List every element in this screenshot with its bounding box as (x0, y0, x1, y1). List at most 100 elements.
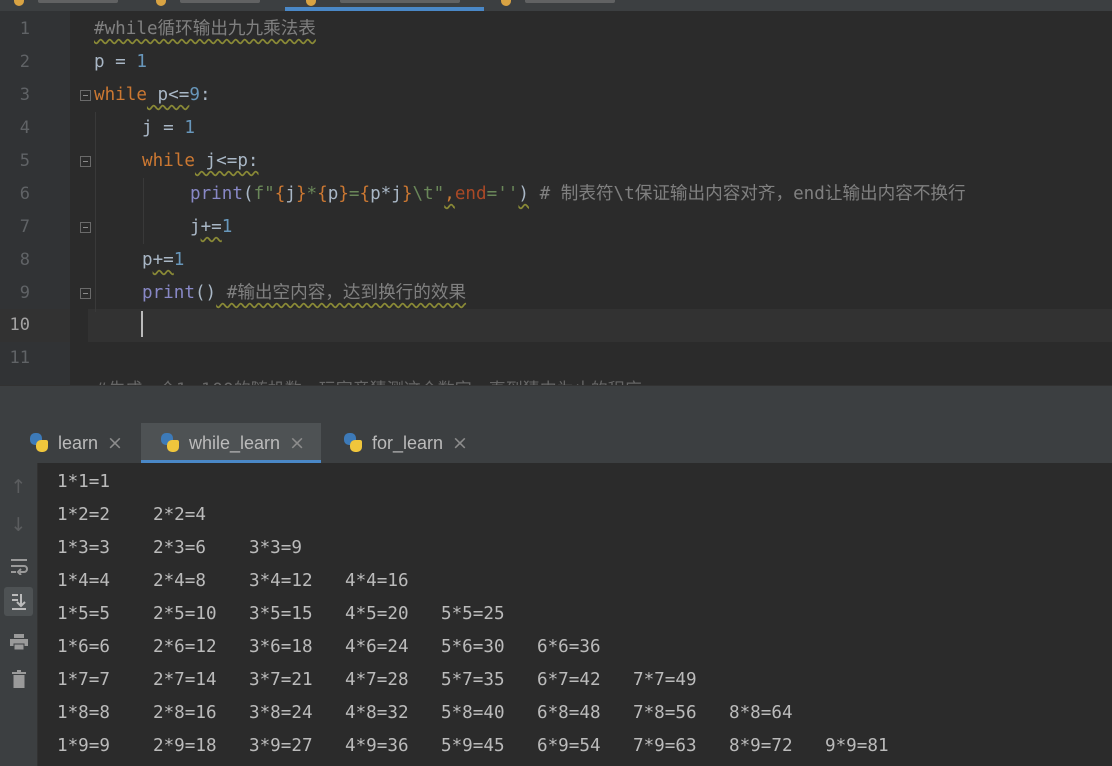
console-output-entry: 3*3=9 (249, 538, 302, 558)
code-line-1: #while循环输出九九乘法表 (94, 13, 316, 46)
editor-tab-label (180, 0, 260, 3)
soft-wrap-icon[interactable] (4, 551, 33, 580)
console-output-entry: 1*6=6 (57, 637, 110, 657)
tab-for-learn[interactable]: for_learn × (342, 423, 468, 463)
editor-tab[interactable] (495, 0, 625, 11)
print-icon[interactable] (4, 627, 33, 656)
soft-wrap-icon-graphic (10, 558, 28, 575)
code-token: j (190, 217, 201, 237)
code-line-2: p = 1 (94, 46, 147, 79)
code-token: p<= (146, 85, 190, 105)
console-output-entry: 7*8=56 (633, 703, 697, 723)
run-toolbar: ↑ ↓ (0, 463, 38, 766)
run-tab-bar: learn × while_learn × for_learn × (0, 423, 1112, 464)
line-number: 9 (19, 283, 30, 303)
up-arrow-icon[interactable]: ↑ (4, 472, 33, 501)
code-token: p*j (370, 184, 402, 204)
code-keyword: while (142, 151, 195, 171)
python-file-icon (306, 0, 316, 6)
down-arrow-icon[interactable]: ↓ (4, 510, 33, 539)
code-string: ='' (486, 184, 519, 204)
editor-tab[interactable] (8, 0, 128, 11)
code-token: () (194, 283, 217, 303)
close-icon[interactable]: × (107, 432, 123, 454)
code-token: { (317, 184, 328, 204)
editor-tab-label (340, 0, 460, 3)
console-output-entry: 1*1=1 (57, 472, 110, 492)
code-line-8: p+=1 (142, 244, 184, 277)
code-number: 9 (189, 85, 200, 105)
fold-end-icon[interactable] (80, 288, 91, 299)
console-output-entry: 8*8=64 (729, 703, 793, 723)
fold-end-icon[interactable] (80, 222, 91, 233)
code-line-9: print() #输出空内容，达到换行的效果 (142, 277, 466, 310)
console-output-entry: 6*6=36 (537, 637, 601, 657)
console-output-entry: 6*7=42 (537, 670, 601, 690)
close-icon[interactable]: × (289, 432, 305, 454)
code-string: \t" (412, 184, 445, 204)
console-output-entry: 5*5=25 (441, 604, 505, 624)
console-output-entry: 2*6=12 (153, 637, 217, 657)
text-caret (141, 311, 143, 337)
fold-collapse-icon[interactable] (80, 156, 91, 167)
code-builtin: print (190, 184, 243, 204)
trash-icon[interactable] (4, 664, 33, 693)
tab-label: while_learn (189, 432, 281, 453)
editor-tab[interactable] (150, 0, 270, 11)
code-token: { (274, 184, 286, 204)
console-output[interactable]: 1*1=1 1*2=2 2*2=4 1*3=3 2*3=6 3*3=9 1*4=4 2*4=8… (38, 463, 1112, 766)
code-keyword: while (94, 85, 147, 105)
editor-tab-label (525, 0, 615, 3)
trash-icon-graphic (11, 669, 26, 688)
python-file-icon (156, 0, 166, 6)
print-icon-graphic (9, 633, 28, 650)
code-comment: #输出空内容，达到换行的效果 (216, 283, 467, 303)
code-token: } (338, 184, 349, 204)
console-output-entry: 2*5=10 (153, 604, 217, 624)
code-line-3: while p<=9: (94, 79, 211, 112)
line-number-current: 10 (9, 315, 30, 335)
code-string: f" (253, 184, 275, 204)
code-line-6: print(f"{j}*{p}={p*j}\t",end='') # 制表符\t… (190, 178, 966, 211)
code-param: end (454, 184, 487, 204)
code-editor[interactable]: 1 2 3 4 5 6 7 8 9 10 11 #while循环输出九九乘法表 … (0, 11, 1112, 385)
indent-guide (95, 112, 96, 312)
code-number: 1 (173, 250, 185, 270)
code-comment: # 制表符\t保证输出内容对齐，end让输出内容不换行 (529, 184, 966, 204)
indent-guide (143, 178, 144, 244)
python-icon (342, 432, 364, 454)
code-token: : (199, 85, 211, 105)
fold-collapse-icon[interactable] (80, 90, 91, 101)
code-comment: #while循环输出九九乘法表 (94, 19, 316, 39)
scroll-to-end-icon[interactable] (4, 587, 33, 616)
console-output-entry: 1*9=9 (57, 736, 110, 756)
panel-splitter[interactable] (0, 385, 1112, 424)
console-output-entry: 1*2=2 (57, 505, 110, 525)
line-number: 8 (19, 250, 30, 270)
console-output-entry: 2*8=16 (153, 703, 217, 723)
console-output-entry: 7*9=63 (633, 736, 697, 756)
close-icon[interactable]: × (452, 432, 468, 454)
tab-learn[interactable]: learn × (28, 423, 123, 463)
console-output-entry: 4*5=20 (345, 604, 409, 624)
console-output-entry: 5*6=30 (441, 637, 505, 657)
console-output-entry: 2*9=18 (153, 736, 217, 756)
line-number: 7 (19, 217, 30, 237)
tab-label: for_learn (372, 432, 444, 453)
tab-while-learn[interactable]: while_learn × (141, 423, 321, 463)
fold-column (70, 11, 88, 385)
line-number: 5 (19, 151, 30, 171)
code-token: j<=p: (194, 151, 259, 171)
console-output-entry: 4*8=32 (345, 703, 409, 723)
console-output-entry: 3*5=15 (249, 604, 313, 624)
code-string: * (306, 184, 318, 204)
line-number: 1 (19, 19, 30, 39)
python-icon (28, 432, 50, 454)
code-token: += (152, 250, 174, 270)
python-icon (159, 432, 181, 454)
code-token: ) (518, 184, 529, 204)
console-output-entry: 3*9=27 (249, 736, 313, 756)
code-token: += (200, 217, 222, 237)
tab-label: learn (58, 432, 99, 453)
console-output-entry: 1*8=8 (57, 703, 110, 723)
